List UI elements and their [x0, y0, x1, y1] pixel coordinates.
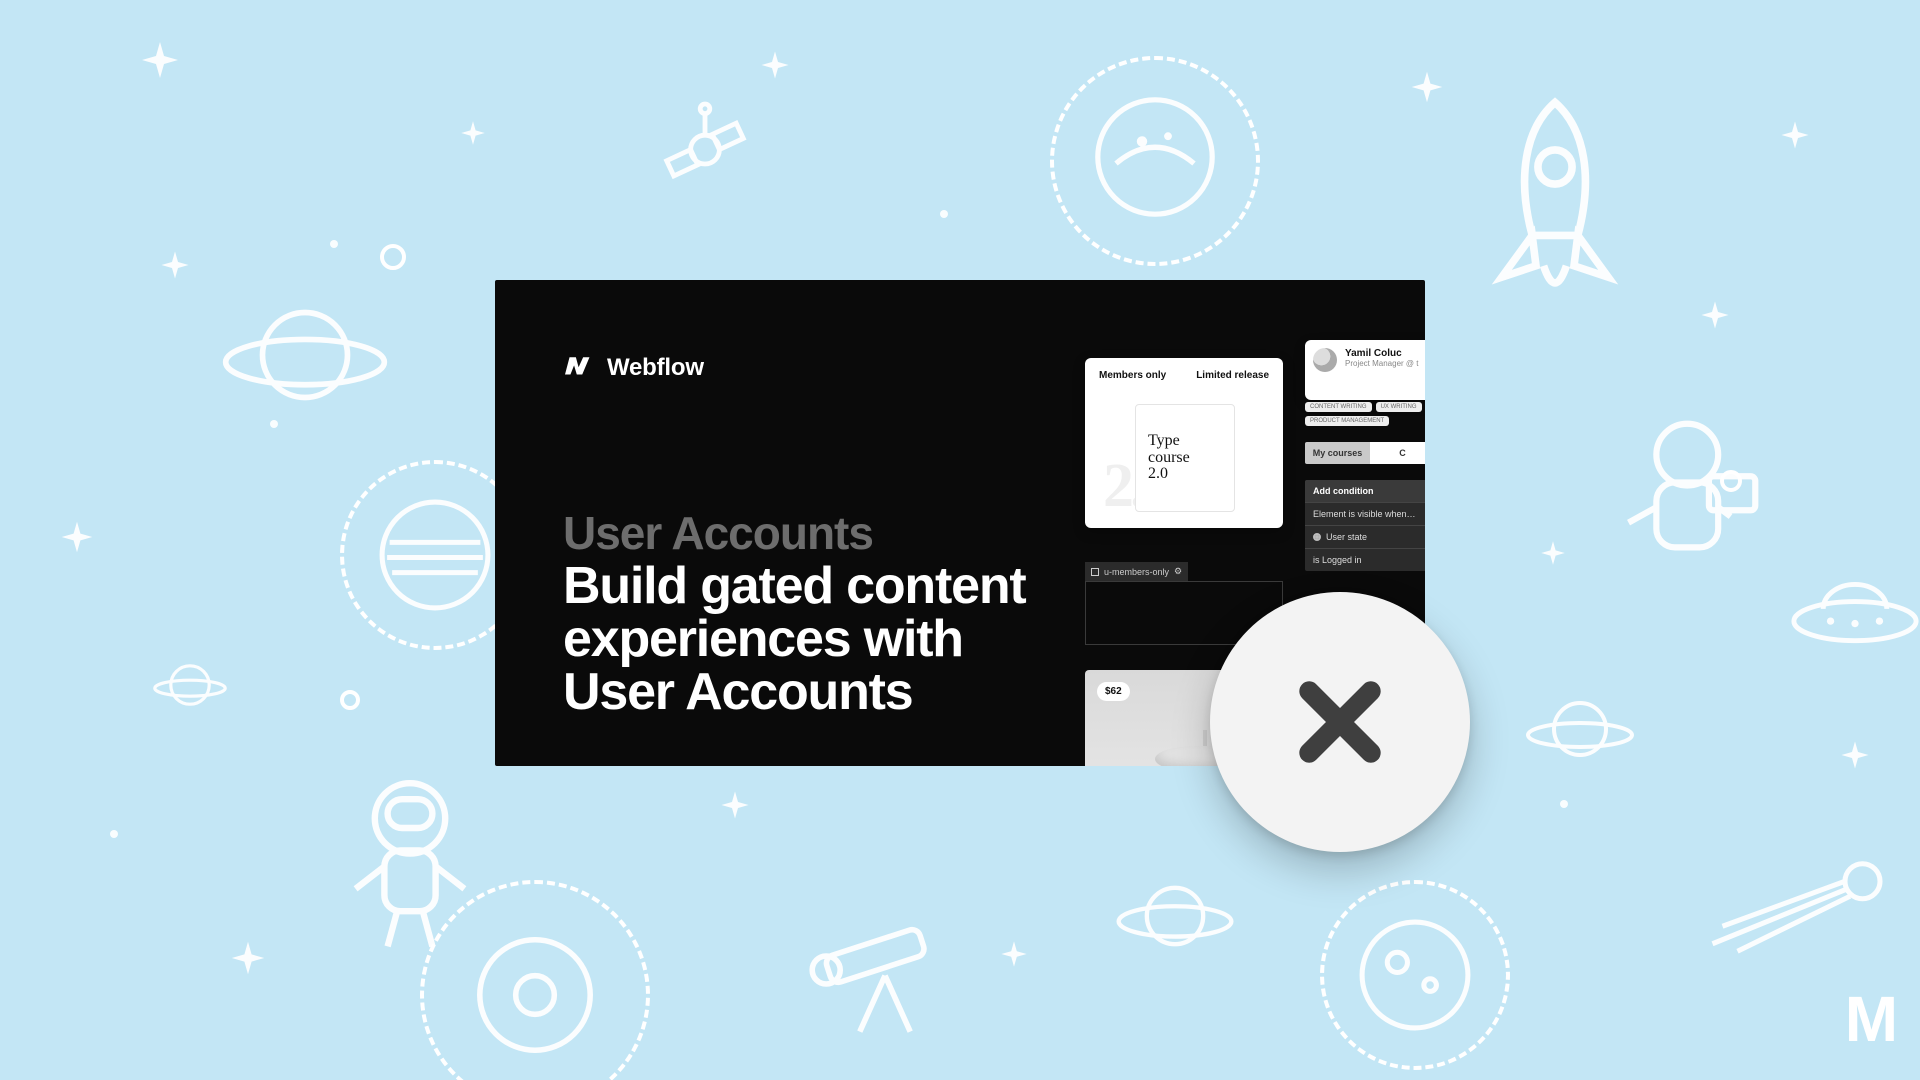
conditions-state-value[interactable]: is Logged in: [1305, 548, 1425, 571]
gear-icon[interactable]: ⚙: [1174, 566, 1182, 577]
price-badge: $62: [1097, 682, 1130, 701]
tab-bar: My courses C: [1305, 442, 1425, 464]
members-left-label: Members only: [1099, 370, 1166, 381]
skill-tags: CONTENT WRITING UX WRITING PRODUCT MANAG…: [1305, 402, 1425, 426]
tab-secondary[interactable]: C: [1370, 442, 1425, 464]
members-right-label: Limited release: [1196, 370, 1269, 381]
members-preview-card: Members only Limited release 2.0 Type co…: [1085, 358, 1283, 528]
tab-my-courses[interactable]: My courses: [1305, 442, 1370, 464]
avatar: [1313, 348, 1337, 372]
tile-line-1: Type: [1148, 433, 1180, 450]
close-button[interactable]: [1210, 592, 1470, 852]
skill-tag: CONTENT WRITING: [1305, 402, 1372, 412]
skill-tag: PRODUCT MANAGEMENT: [1305, 416, 1389, 426]
webflow-logo-icon: [565, 357, 599, 379]
square-icon: [1091, 568, 1099, 576]
course-tile: Type course 2.0: [1135, 404, 1235, 512]
profile-role: Project Manager @ t: [1345, 359, 1418, 368]
conditions-state-row[interactable]: User state: [1305, 525, 1425, 548]
brand-logo-text: Webflow: [607, 354, 704, 382]
conditions-rule: Element is visible when…: [1305, 502, 1425, 525]
skill-tag: UX WRITING: [1376, 402, 1422, 412]
conditions-header: Add condition: [1305, 480, 1425, 502]
element-class-label[interactable]: u-members-only ⚙: [1085, 562, 1188, 581]
footer-brand-mark: M: [1845, 982, 1892, 1056]
conditions-state-label: User state: [1326, 532, 1367, 542]
radio-icon: [1313, 533, 1321, 541]
stage: Webflow User Accounts Build gated conten…: [0, 0, 1920, 1080]
conditions-panel: Add condition Element is visible when… U…: [1305, 480, 1425, 571]
close-icon: [1285, 667, 1395, 777]
element-class-text: u-members-only: [1104, 567, 1169, 577]
hero-eyebrow: User Accounts: [563, 506, 873, 560]
tile-line-2: course: [1148, 450, 1190, 467]
brand-logo: Webflow: [565, 354, 704, 382]
hero-headline: Build gated content experiences with Use…: [563, 560, 1073, 719]
tile-line-3: 2.0: [1148, 466, 1168, 483]
profile-card: Yamil Coluc Project Manager @ t: [1305, 340, 1425, 400]
profile-name: Yamil Coluc: [1345, 348, 1418, 359]
